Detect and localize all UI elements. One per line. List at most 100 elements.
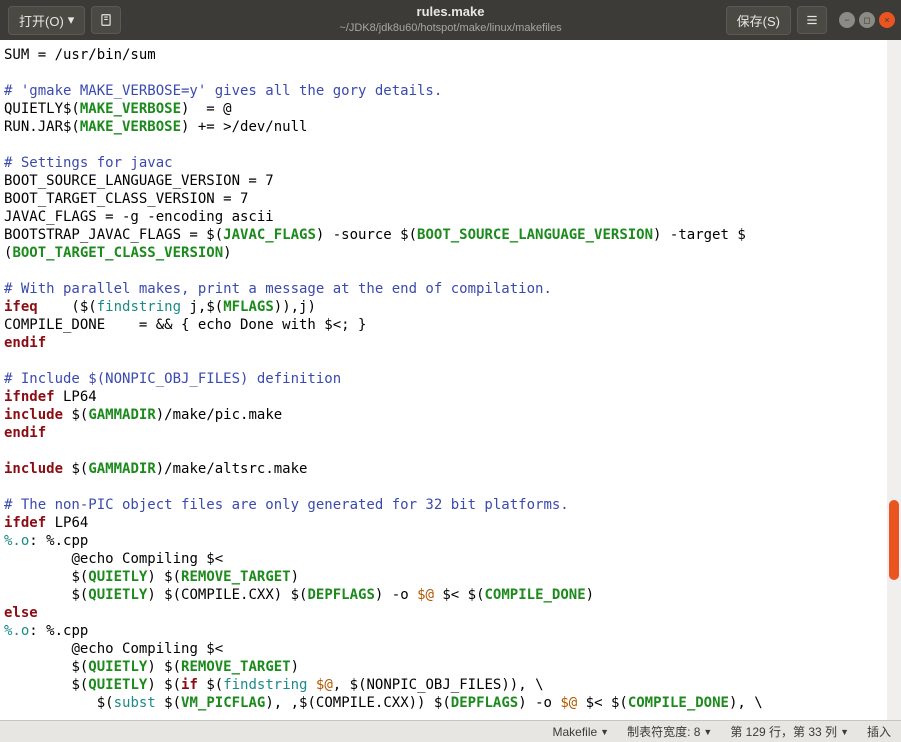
code-keyword: if [181, 677, 198, 693]
code-var: MFLAGS [223, 299, 274, 315]
insert-mode[interactable]: 插入 [867, 723, 891, 740]
chevron-down-icon: ▼ [600, 727, 609, 737]
code-text: ) += >/dev/null [181, 119, 307, 135]
code-text: ) [291, 569, 299, 585]
code-text: ) -o [375, 587, 417, 603]
code-text: : %.cpp [29, 623, 88, 639]
code-text: QUIETLY$( [4, 101, 80, 117]
titlebar-right: 保存(S) − ◻ × [720, 6, 901, 35]
language-label: Makefile [552, 725, 597, 739]
code-line: JAVAC_FLAGS = -g -encoding ascii [4, 209, 274, 225]
position-label: 第 129 行，第 33 列 [730, 723, 837, 740]
vertical-scrollbar[interactable] [887, 40, 901, 720]
code-text: $< $( [434, 587, 485, 603]
code-comment: # The non-PIC object files are only gene… [4, 497, 569, 513]
titlebar-left: 打开(O) ▾ [0, 6, 129, 35]
save-label: 保存(S) [737, 14, 780, 29]
code-func: subst [114, 695, 156, 711]
save-button[interactable]: 保存(S) [726, 6, 791, 35]
window-controls: − ◻ × [839, 12, 895, 28]
maximize-icon: ◻ [863, 15, 870, 26]
code-var: VM_PICFLAG [181, 695, 265, 711]
code-text: ) $( [147, 677, 181, 693]
new-document-button[interactable] [91, 6, 121, 34]
cursor-position[interactable]: 第 129 行，第 33 列 ▼ [730, 723, 849, 740]
close-icon: × [884, 15, 889, 25]
code-text: ), ,$(COMPILE.CXX)) $( [265, 695, 450, 711]
code-func: findstring [223, 677, 307, 693]
statusbar: Makefile ▼ 制表符宽度: 8 ▼ 第 129 行，第 33 列 ▼ 插… [0, 720, 901, 742]
code-var: MAKE_VERBOSE [80, 101, 181, 117]
window-path: ~/JDK8/jdk8u60/hotspot/make/linux/makefi… [339, 21, 561, 35]
code-var: REMOVE_TARGET [181, 569, 291, 585]
code-text: ) [291, 659, 299, 675]
code-special: $@ [417, 587, 434, 603]
code-keyword: ifndef [4, 389, 55, 405]
code-special: $@ [316, 677, 333, 693]
code-text [307, 677, 315, 693]
code-target: %.o [4, 533, 29, 549]
code-comment: # Include $(NONPIC_OBJ_FILES) definition [4, 371, 341, 387]
code-text: $( [4, 695, 114, 711]
code-text: ) -o [518, 695, 560, 711]
code-var: QUIETLY [88, 587, 147, 603]
code-var: QUIETLY [88, 569, 147, 585]
code-var: DEPFLAGS [451, 695, 518, 711]
code-keyword: include [4, 407, 63, 423]
code-text: $( [156, 695, 181, 711]
code-target: %.o [4, 623, 29, 639]
code-var: GAMMADIR [88, 461, 155, 477]
code-text: LP64 [55, 389, 97, 405]
chevron-down-icon: ▼ [703, 727, 712, 737]
code-text: ) $(COMPILE.CXX) $( [147, 587, 307, 603]
code-comment: # With parallel makes, print a message a… [4, 281, 552, 297]
code-var: DEPFLAGS [307, 587, 374, 603]
code-text: ) -source $( [316, 227, 417, 243]
tab-width-selector[interactable]: 制表符宽度: 8 ▼ [627, 723, 712, 740]
scrollbar-thumb[interactable] [889, 500, 899, 580]
code-text: $( [4, 677, 88, 693]
code-keyword: ifdef [4, 515, 46, 531]
code-text: $< $( [577, 695, 628, 711]
code-keyword: else [4, 605, 38, 621]
code-text: ) $( [147, 569, 181, 585]
code-var: MAKE_VERBOSE [80, 119, 181, 135]
hamburger-icon [805, 13, 819, 27]
code-text: $( [198, 677, 223, 693]
code-line: @echo Compiling $< [4, 641, 223, 657]
code-keyword: endif [4, 425, 46, 441]
maximize-button[interactable]: ◻ [859, 12, 875, 28]
insert-mode-label: 插入 [867, 723, 891, 740]
code-var: REMOVE_TARGET [181, 659, 291, 675]
code-text: : %.cpp [29, 533, 88, 549]
document-icon [99, 13, 113, 27]
code-keyword: endif [4, 335, 46, 351]
close-button[interactable]: × [879, 12, 895, 28]
code-line: BOOT_SOURCE_LANGUAGE_VERSION = 7 [4, 173, 274, 189]
code-text: $( [4, 569, 88, 585]
code-var: BOOT_TARGET_CLASS_VERSION [12, 245, 223, 261]
language-selector[interactable]: Makefile ▼ [552, 725, 609, 739]
code-editor[interactable]: SUM = /usr/bin/sum # 'gmake MAKE_VERBOSE… [0, 40, 887, 720]
code-text: LP64 [46, 515, 88, 531]
code-text: ) $( [147, 659, 181, 675]
minimize-button[interactable]: − [839, 12, 855, 28]
code-text: j,$( [181, 299, 223, 315]
code-line: SUM = /usr/bin/sum [4, 47, 156, 63]
code-text: $( [63, 461, 88, 477]
minimize-icon: − [844, 15, 849, 25]
open-button[interactable]: 打开(O) ▾ [8, 6, 85, 35]
chevron-down-icon: ▼ [840, 727, 849, 737]
hamburger-menu-button[interactable] [797, 6, 827, 34]
code-text: BOOTSTRAP_JAVAC_FLAGS = $( [4, 227, 223, 243]
titlebar-center: rules.make ~/JDK8/jdk8u60/hotspot/make/l… [339, 4, 561, 35]
code-text: )),j) [274, 299, 316, 315]
code-text: $( [63, 407, 88, 423]
code-text: )/make/altsrc.make [156, 461, 308, 477]
code-text: ) [223, 245, 231, 261]
code-text: , $(NONPIC_OBJ_FILES)), \ [333, 677, 544, 693]
titlebar: 打开(O) ▾ rules.make ~/JDK8/jdk8u60/hotspo… [0, 0, 901, 40]
code-var: QUIETLY [88, 659, 147, 675]
code-text: ) = @ [181, 101, 232, 117]
code-special: $@ [560, 695, 577, 711]
